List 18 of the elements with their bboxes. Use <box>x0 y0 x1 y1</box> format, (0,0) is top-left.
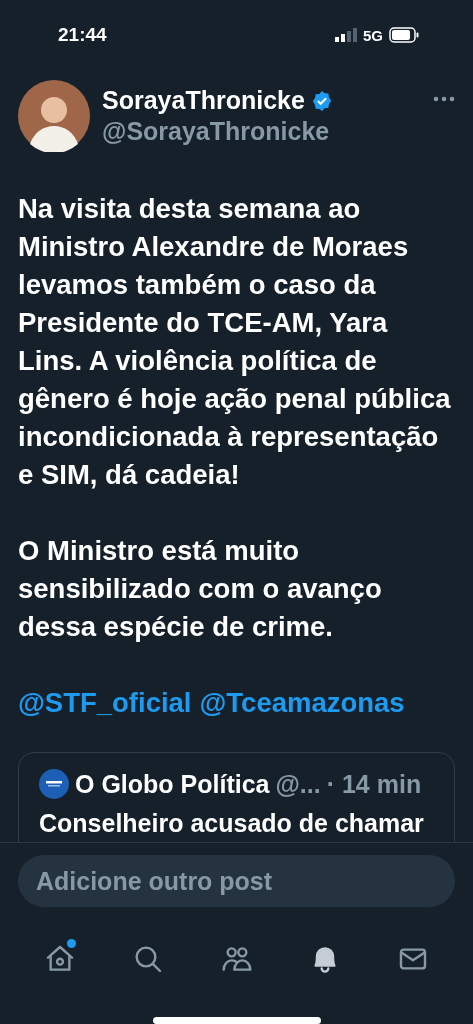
mention-link[interactable]: @STF_oficial <box>18 684 192 722</box>
clock-time: 21:44 <box>58 24 108 46</box>
post-time: · 14 min <box>326 769 422 799</box>
reply-field[interactable]: Adicione outro post <box>18 855 455 907</box>
avatar[interactable] <box>18 80 90 152</box>
logo-icon <box>39 769 69 799</box>
signal-icon <box>335 28 357 42</box>
post-text: O Ministro está muito sensibilizado com o avanço dessa espécie de crime. <box>18 534 383 644</box>
author-name[interactable]: SorayaThronicke <box>102 86 305 115</box>
author-handle[interactable]: @SorayaThronicke <box>102 117 421 146</box>
network-label: 5G <box>363 26 383 44</box>
more-options-icon[interactable] <box>433 96 455 102</box>
mention-link[interactable]: @Tceamazonas <box>199 684 405 722</box>
quoted-author-name: O Globo Política <box>75 769 270 799</box>
quoted-author-handle: @... <box>275 769 321 799</box>
battery-icon <box>389 27 419 43</box>
quoted-post-text: Conselheiro acusado de chamar <box>39 809 425 838</box>
post-text: Na visita desta semana ao Ministro Alexandre de Moraes levamos também o caso da Presidente do TCE-AM, Yara Lins. A violência política de gênero é hoje ação penal pública incondicionada à representação e SIM, dá cadeia! <box>18 192 452 492</box>
